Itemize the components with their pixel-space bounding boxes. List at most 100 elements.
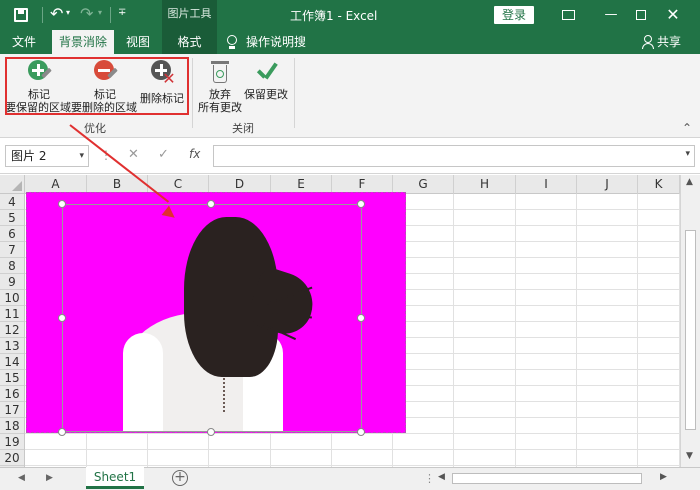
row-headers: 4 5 6 7 8 9 10 11 12 13 14 15 16 17 18 19 20 — [0, 194, 25, 467]
sheet-next-icon[interactable]: ▶ — [46, 473, 53, 483]
scroll-right-icon[interactable]: ▶ — [660, 472, 667, 482]
row-header[interactable]: 11 — [0, 306, 24, 322]
customize-qat-icon[interactable]: ∓ — [118, 7, 126, 18]
row-header[interactable]: 14 — [0, 354, 24, 370]
resize-handle-n[interactable] — [207, 200, 215, 208]
column-header[interactable]: K — [638, 175, 680, 194]
sheet-tab-sheet1[interactable]: Sheet1 — [86, 467, 144, 489]
row-header[interactable]: 10 — [0, 290, 24, 306]
row-header[interactable]: 16 — [0, 386, 24, 402]
grid-line — [25, 449, 680, 450]
share-person-icon — [641, 35, 655, 49]
ribbon-tab-bar: 文件 背景消除 视图 格式 操作说明搜索 共享 — [0, 30, 700, 73]
cancel-icon[interactable]: ✕ — [128, 147, 139, 162]
maximize-button[interactable] — [628, 4, 654, 26]
horizontal-scrollbar[interactable]: ◀ ▶ — [438, 472, 678, 486]
tab-view[interactable]: 视图 — [120, 30, 156, 54]
tell-me-search[interactable]: 操作说明搜索 — [246, 30, 316, 73]
row-header[interactable]: 9 — [0, 274, 24, 290]
row-header[interactable]: 20 — [0, 450, 24, 466]
row-header[interactable]: 12 — [0, 322, 24, 338]
close-button[interactable]: ✕ — [660, 4, 686, 26]
redo-icon[interactable]: ↷ — [80, 4, 93, 23]
resize-handle-ne[interactable] — [357, 200, 365, 208]
row-header[interactable]: 7 — [0, 242, 24, 258]
expand-formula-bar-icon[interactable]: ▾ — [685, 149, 690, 159]
resize-handle-se[interactable] — [357, 428, 365, 436]
discard-label-2: 所有更改 — [198, 101, 242, 114]
qat-separator — [110, 7, 111, 23]
formula-input[interactable]: ▾ — [213, 145, 695, 167]
row-header[interactable]: 8 — [0, 258, 24, 274]
lightbulb-icon — [226, 34, 238, 50]
group-separator — [294, 58, 295, 128]
grid-line — [637, 194, 638, 467]
picture-tools-context-label: 图片工具 — [162, 0, 217, 30]
login-button[interactable]: 登录 — [494, 6, 534, 24]
tab-file[interactable]: 文件 — [4, 30, 44, 54]
row-header[interactable]: 15 — [0, 370, 24, 386]
grid-line — [515, 194, 516, 467]
scroll-left-icon[interactable]: ◀ — [438, 472, 445, 482]
share-button[interactable]: 共享 — [657, 30, 681, 54]
grid-line — [453, 194, 454, 467]
tab-format[interactable]: 格式 — [162, 30, 217, 54]
undo-dropdown-icon[interactable]: ▾ — [66, 8, 70, 17]
save-icon[interactable] — [14, 8, 28, 22]
resize-handle-e[interactable] — [357, 314, 365, 322]
discard-label: 放弃 — [209, 88, 231, 101]
insert-function-icon[interactable]: fx — [189, 147, 200, 161]
highlight-box — [5, 57, 189, 115]
name-box-dropdown-icon[interactable]: ▾ — [79, 146, 84, 166]
title-bar: ↶ ▾ ↷ ▾ ∓ 图片工具 工作簿1 - Excel 登录 — ✕ — [0, 0, 700, 30]
name-box-value: 图片 2 — [11, 149, 47, 163]
sheet-tab-bar: ◀ ▶ Sheet1 + ⋮ ◀ ▶ — [0, 467, 700, 490]
name-box[interactable]: 图片 2 ▾ — [5, 145, 89, 167]
minimize-button[interactable]: — — [598, 4, 624, 26]
group-label-close: 关闭 — [232, 122, 254, 135]
picture-selection-frame — [62, 204, 362, 432]
qat-separator — [42, 7, 43, 23]
keep-changes-button[interactable]: 保留更改 — [242, 58, 290, 101]
scroll-down-icon[interactable]: ▼ — [686, 451, 693, 461]
grid-line — [25, 465, 680, 466]
row-header[interactable]: 13 — [0, 338, 24, 354]
row-header[interactable]: 19 — [0, 434, 24, 450]
tab-split-grip-icon[interactable]: ⋮ — [424, 472, 435, 485]
grid-line — [25, 433, 680, 434]
vertical-scroll-thumb[interactable] — [685, 230, 696, 430]
redo-dropdown-icon[interactable]: ▾ — [98, 8, 102, 17]
discard-all-changes-button[interactable]: 放弃 所有更改 — [196, 58, 244, 114]
ribbon-display-icon — [562, 10, 575, 20]
add-sheet-icon[interactable]: + — [172, 470, 188, 486]
column-header[interactable]: J — [577, 175, 638, 194]
vertical-scrollbar[interactable]: ▲ ▼ — [680, 175, 700, 467]
row-header[interactable]: 17 — [0, 402, 24, 418]
resize-handle-sw[interactable] — [58, 428, 66, 436]
row-header[interactable]: 6 — [0, 226, 24, 242]
row-header[interactable]: 4 — [0, 194, 24, 210]
resize-handle-nw[interactable] — [58, 200, 66, 208]
scroll-up-icon[interactable]: ▲ — [686, 177, 693, 187]
recycle-bin-icon — [206, 58, 234, 86]
sheet-prev-icon[interactable]: ◀ — [18, 473, 25, 483]
checkmark-icon — [252, 58, 280, 86]
group-label-optimize: 优化 — [84, 122, 106, 135]
keep-changes-label: 保留更改 — [244, 88, 288, 101]
horizontal-scroll-thumb[interactable] — [452, 473, 642, 484]
maximize-icon — [636, 10, 646, 20]
select-all-button[interactable] — [0, 175, 25, 194]
resize-handle-w[interactable] — [58, 314, 66, 322]
group-separator — [192, 58, 193, 128]
resize-handle-s[interactable] — [207, 428, 215, 436]
enter-icon[interactable]: ✓ — [158, 147, 169, 162]
document-title: 工作簿1 - Excel — [290, 9, 378, 23]
tab-background-removal[interactable]: 背景消除 — [52, 30, 114, 54]
row-header[interactable]: 5 — [0, 210, 24, 226]
column-header[interactable]: H — [454, 175, 516, 194]
collapse-ribbon-icon[interactable]: ⌃ — [682, 121, 692, 135]
undo-icon[interactable]: ↶ — [50, 4, 63, 23]
column-header[interactable]: I — [516, 175, 577, 194]
row-header[interactable]: 18 — [0, 418, 24, 434]
ribbon-display-options-button[interactable] — [556, 4, 582, 26]
